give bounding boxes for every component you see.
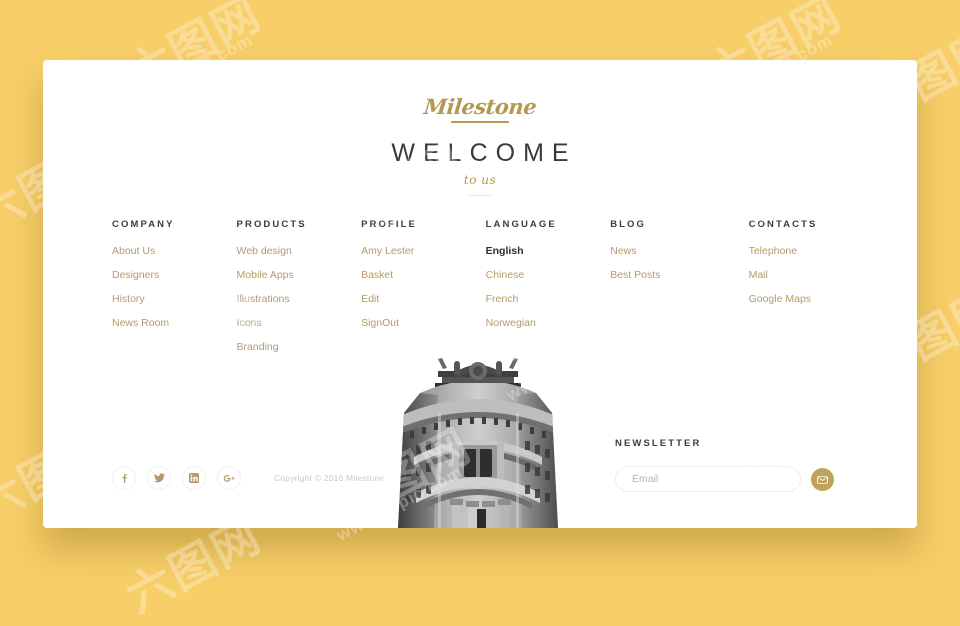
- footer-column-blog: BLOG News Best Posts: [610, 219, 748, 366]
- link-mobile-apps[interactable]: Mobile Apps: [237, 270, 362, 281]
- twitter-icon[interactable]: [147, 466, 171, 490]
- footer-column-contacts: CONTACTS Telephone Mail Google Maps: [749, 219, 887, 366]
- link-icons[interactable]: Icons: [237, 318, 362, 329]
- link-history[interactable]: History: [112, 294, 237, 305]
- footer-bottom-bar: Copyright © 2016 Milestone: [112, 466, 384, 490]
- page-subtitle: to us: [463, 173, 497, 187]
- header-divider: [469, 195, 491, 196]
- newsletter-heading: NEWSLETTER: [615, 438, 702, 449]
- footer-column-language: LANGUAGE English Chinese French Norwegia…: [486, 219, 611, 366]
- footer-card: Milestone WELCOME to us COMPANY About Us…: [43, 60, 917, 528]
- link-best-posts[interactable]: Best Posts: [610, 270, 748, 281]
- column-heading: PROFILE: [361, 219, 417, 230]
- column-heading: COMPANY: [112, 219, 175, 230]
- googleplus-icon[interactable]: [217, 466, 241, 490]
- flatiron-building-photo: [380, 353, 576, 528]
- link-news-room[interactable]: News Room: [112, 318, 237, 329]
- link-about-us[interactable]: About Us: [112, 246, 237, 257]
- linkedin-icon[interactable]: [182, 466, 206, 490]
- link-news[interactable]: News: [610, 246, 748, 257]
- column-heading: CONTACTS: [748, 219, 818, 230]
- link-english[interactable]: English: [486, 246, 611, 257]
- link-amy-lester[interactable]: Amy Lester: [361, 246, 486, 257]
- newsletter-email-input[interactable]: [615, 466, 801, 492]
- link-norwegian[interactable]: Norwegian: [486, 318, 611, 329]
- page-title: WELCOME: [391, 139, 577, 167]
- copyright-text: Copyright © 2016 Milestone: [274, 473, 385, 483]
- link-telephone[interactable]: Telephone: [749, 246, 887, 257]
- link-illustrations[interactable]: Illustrations: [237, 294, 362, 305]
- footer-column-company: COMPANY About Us Designers History News …: [112, 219, 237, 366]
- column-heading: PRODUCTS: [236, 219, 307, 230]
- link-google-maps[interactable]: Google Maps: [749, 294, 887, 305]
- column-heading: BLOG: [610, 219, 647, 230]
- link-branding[interactable]: Branding: [237, 342, 362, 353]
- newsletter-submit-button[interactable]: [811, 467, 834, 491]
- brand-header: Milestone WELCOME to us: [43, 94, 917, 196]
- link-edit[interactable]: Edit: [361, 294, 486, 305]
- column-heading: LANGUAGE: [485, 219, 557, 230]
- footer-column-products: PRODUCTS Web design Mobile Apps Illustra…: [237, 219, 362, 366]
- newsletter-section: NEWSLETTER: [615, 438, 855, 492]
- envelope-icon: [817, 472, 828, 487]
- link-chinese[interactable]: Chinese: [486, 270, 611, 281]
- brand-logo-underline: [451, 121, 509, 123]
- link-french[interactable]: French: [486, 294, 611, 305]
- newsletter-form: [615, 466, 855, 492]
- link-signout[interactable]: SignOut: [361, 318, 486, 329]
- facebook-icon[interactable]: [112, 466, 136, 490]
- footer-column-profile: PROFILE Amy Lester Basket Edit SignOut: [361, 219, 486, 366]
- footer-link-columns: COMPANY About Us Designers History News …: [112, 219, 887, 366]
- link-basket[interactable]: Basket: [361, 270, 486, 281]
- brand-logo[interactable]: Milestone: [423, 94, 538, 119]
- link-mail[interactable]: Mail: [749, 270, 887, 281]
- link-web-design[interactable]: Web design: [237, 246, 362, 257]
- link-designers[interactable]: Designers: [112, 270, 237, 281]
